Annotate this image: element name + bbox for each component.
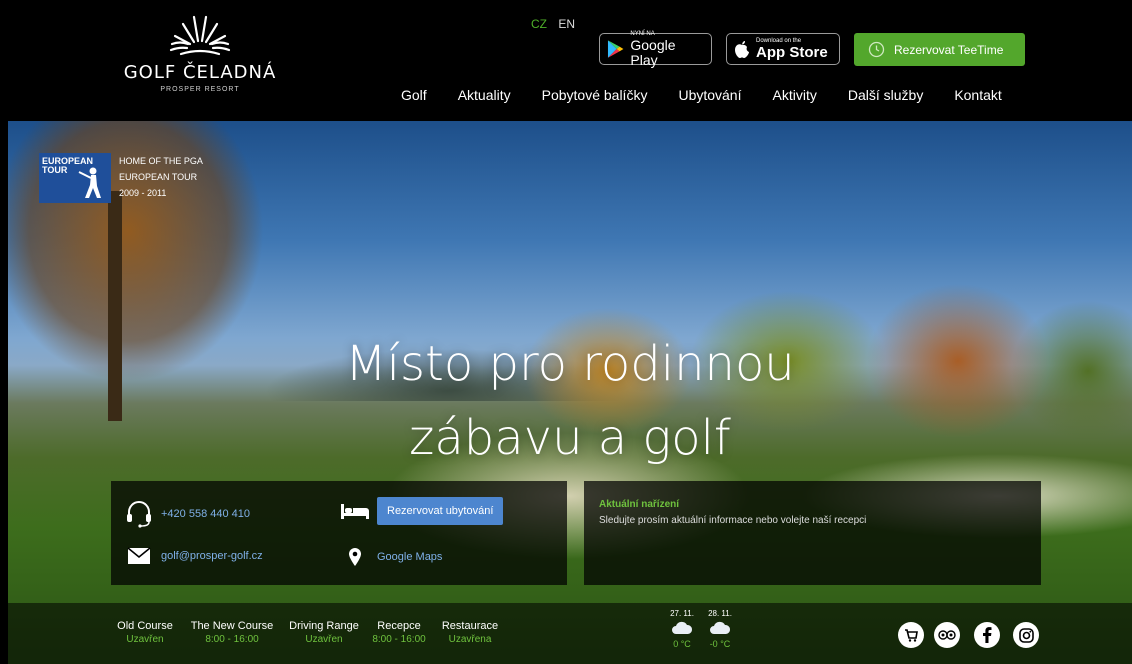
map-pin-icon	[339, 547, 371, 567]
status-driving-range: Driving Range Uzavřen	[284, 620, 364, 645]
golfer-icon	[78, 167, 101, 198]
notice-text: Sledujte prosím aktuální informace nebo …	[599, 515, 867, 526]
cart-icon[interactable]	[898, 622, 924, 648]
weather-temp: -0 °C	[709, 639, 731, 649]
booking-row: Rezervovat ubytování	[339, 497, 504, 525]
google-play-label: Google Play	[630, 36, 676, 68]
clock-icon	[868, 41, 885, 58]
cloud-icon	[710, 621, 731, 634]
phone-row[interactable]: +420 558 440 410	[123, 499, 250, 529]
brand-name: GOLF ČELADNÁ	[123, 62, 277, 83]
weather-date: 27. 11.	[670, 609, 694, 618]
status-value: Uzavřen	[305, 634, 343, 645]
weather-day-2: 28. 11. -0 °C	[702, 609, 738, 649]
status-label: Old Course	[117, 620, 173, 632]
weather-temp: 0 °C	[673, 639, 691, 649]
status-bar: Old Course Uzavřen The New Course 8:00 -…	[8, 603, 1132, 664]
phone-link[interactable]: +420 558 440 410	[161, 508, 250, 520]
status-value: 8:00 - 16:00	[205, 634, 259, 645]
nav-aktuality[interactable]: Aktuality	[458, 87, 511, 103]
weather-date: 28. 11.	[708, 609, 732, 618]
contact-panel: +420 558 440 410 golf@prosper-golf.cz Re…	[111, 481, 567, 585]
nav-dalsi-sluzby[interactable]: Další služby	[848, 87, 923, 103]
status-label: Driving Range	[289, 620, 359, 632]
status-value: Uzavřen	[126, 634, 164, 645]
nav-golf[interactable]: Golf	[401, 87, 427, 103]
google-maps-link[interactable]: Google Maps	[377, 551, 442, 563]
bed-icon	[339, 502, 371, 520]
language-switcher: CZ EN	[531, 17, 583, 31]
euro-text-line1: HOME OF THE PGA	[119, 156, 203, 166]
brand-subtitle: PROSPER RESORT	[160, 86, 240, 93]
nav-aktivity[interactable]: Aktivity	[773, 87, 817, 103]
euro-text-line2: EUROPEAN TOUR	[119, 172, 198, 182]
european-tour-logo: EUROPEAN TOUR	[39, 153, 111, 203]
app-store-label: App Store	[756, 44, 828, 61]
book-accommodation-button[interactable]: Rezervovat ubytování	[377, 497, 504, 525]
status-new-course: The New Course 8:00 - 16:00	[186, 620, 278, 645]
lang-en[interactable]: EN	[558, 17, 575, 31]
status-value: 8:00 - 16:00	[372, 634, 426, 645]
maps-row[interactable]: Google Maps	[339, 547, 442, 567]
envelope-icon	[123, 547, 155, 565]
hero-banner: EUROPEAN TOUR HOME OF THE PGA EUROPEAN T…	[8, 121, 1132, 664]
facebook-icon[interactable]	[974, 622, 1000, 648]
status-old-course: Old Course Uzavřen	[109, 620, 181, 645]
nav-pobytove-balicky[interactable]: Pobytové balíčky	[542, 87, 648, 103]
site-logo[interactable]: GOLF ČELADNÁ PROSPER RESORT	[110, 14, 290, 120]
status-label: Restaurace	[441, 620, 499, 632]
lang-cz[interactable]: CZ	[531, 17, 547, 31]
google-play-icon	[607, 40, 624, 58]
apple-icon	[735, 40, 749, 58]
email-link[interactable]: golf@prosper-golf.cz	[161, 550, 263, 562]
weather-day-1: 27. 11. 0 °C	[664, 609, 700, 649]
nav-kontakt[interactable]: Kontakt	[954, 87, 1001, 103]
notice-title[interactable]: Aktuální nařízení	[599, 499, 1026, 510]
notice-panel: Aktuální nařízení Sledujte prosím aktuál…	[584, 481, 1041, 585]
european-tour-badge[interactable]: EUROPEAN TOUR HOME OF THE PGA EUROPEAN T…	[39, 153, 203, 203]
tripadvisor-icon[interactable]	[934, 622, 960, 648]
app-store-button[interactable]: Download on the App Store	[726, 33, 840, 65]
nav-ubytovani[interactable]: Ubytování	[678, 87, 741, 103]
status-recepce: Recepce 8:00 - 16:00	[368, 620, 430, 645]
email-row[interactable]: golf@prosper-golf.cz	[123, 547, 263, 565]
hero-headline: Místo pro rodinnou zábavu a golf	[8, 327, 1132, 475]
main-nav: Golf Aktuality Pobytové balíčky Ubytován…	[401, 87, 1002, 103]
cloud-icon	[672, 621, 693, 634]
headline-line2: zábavu a golf	[409, 410, 731, 466]
sun-logo-icon	[169, 15, 231, 56]
headline-line1: Místo pro rodinnou	[345, 336, 795, 392]
instagram-icon[interactable]	[1013, 622, 1039, 648]
european-tour-text: HOME OF THE PGA EUROPEAN TOUR 2009 - 201…	[119, 153, 203, 203]
status-label: Recepce	[377, 620, 421, 632]
site-header: GOLF ČELADNÁ PROSPER RESORT CZ EN NYNÍ N…	[0, 0, 1132, 121]
google-play-button[interactable]: NYNÍ NA Google Play	[599, 31, 712, 68]
euro-text-line3: 2009 - 2011	[119, 188, 167, 198]
status-restaurace: Restaurace Uzavřena	[434, 620, 506, 645]
status-value: Uzavřena	[448, 634, 492, 645]
status-label: The New Course	[190, 620, 274, 632]
book-teetime-label: Rezervovat TeeTime	[894, 42, 1004, 57]
book-teetime-button[interactable]: Rezervovat TeeTime	[854, 33, 1025, 66]
headset-icon	[123, 499, 155, 529]
